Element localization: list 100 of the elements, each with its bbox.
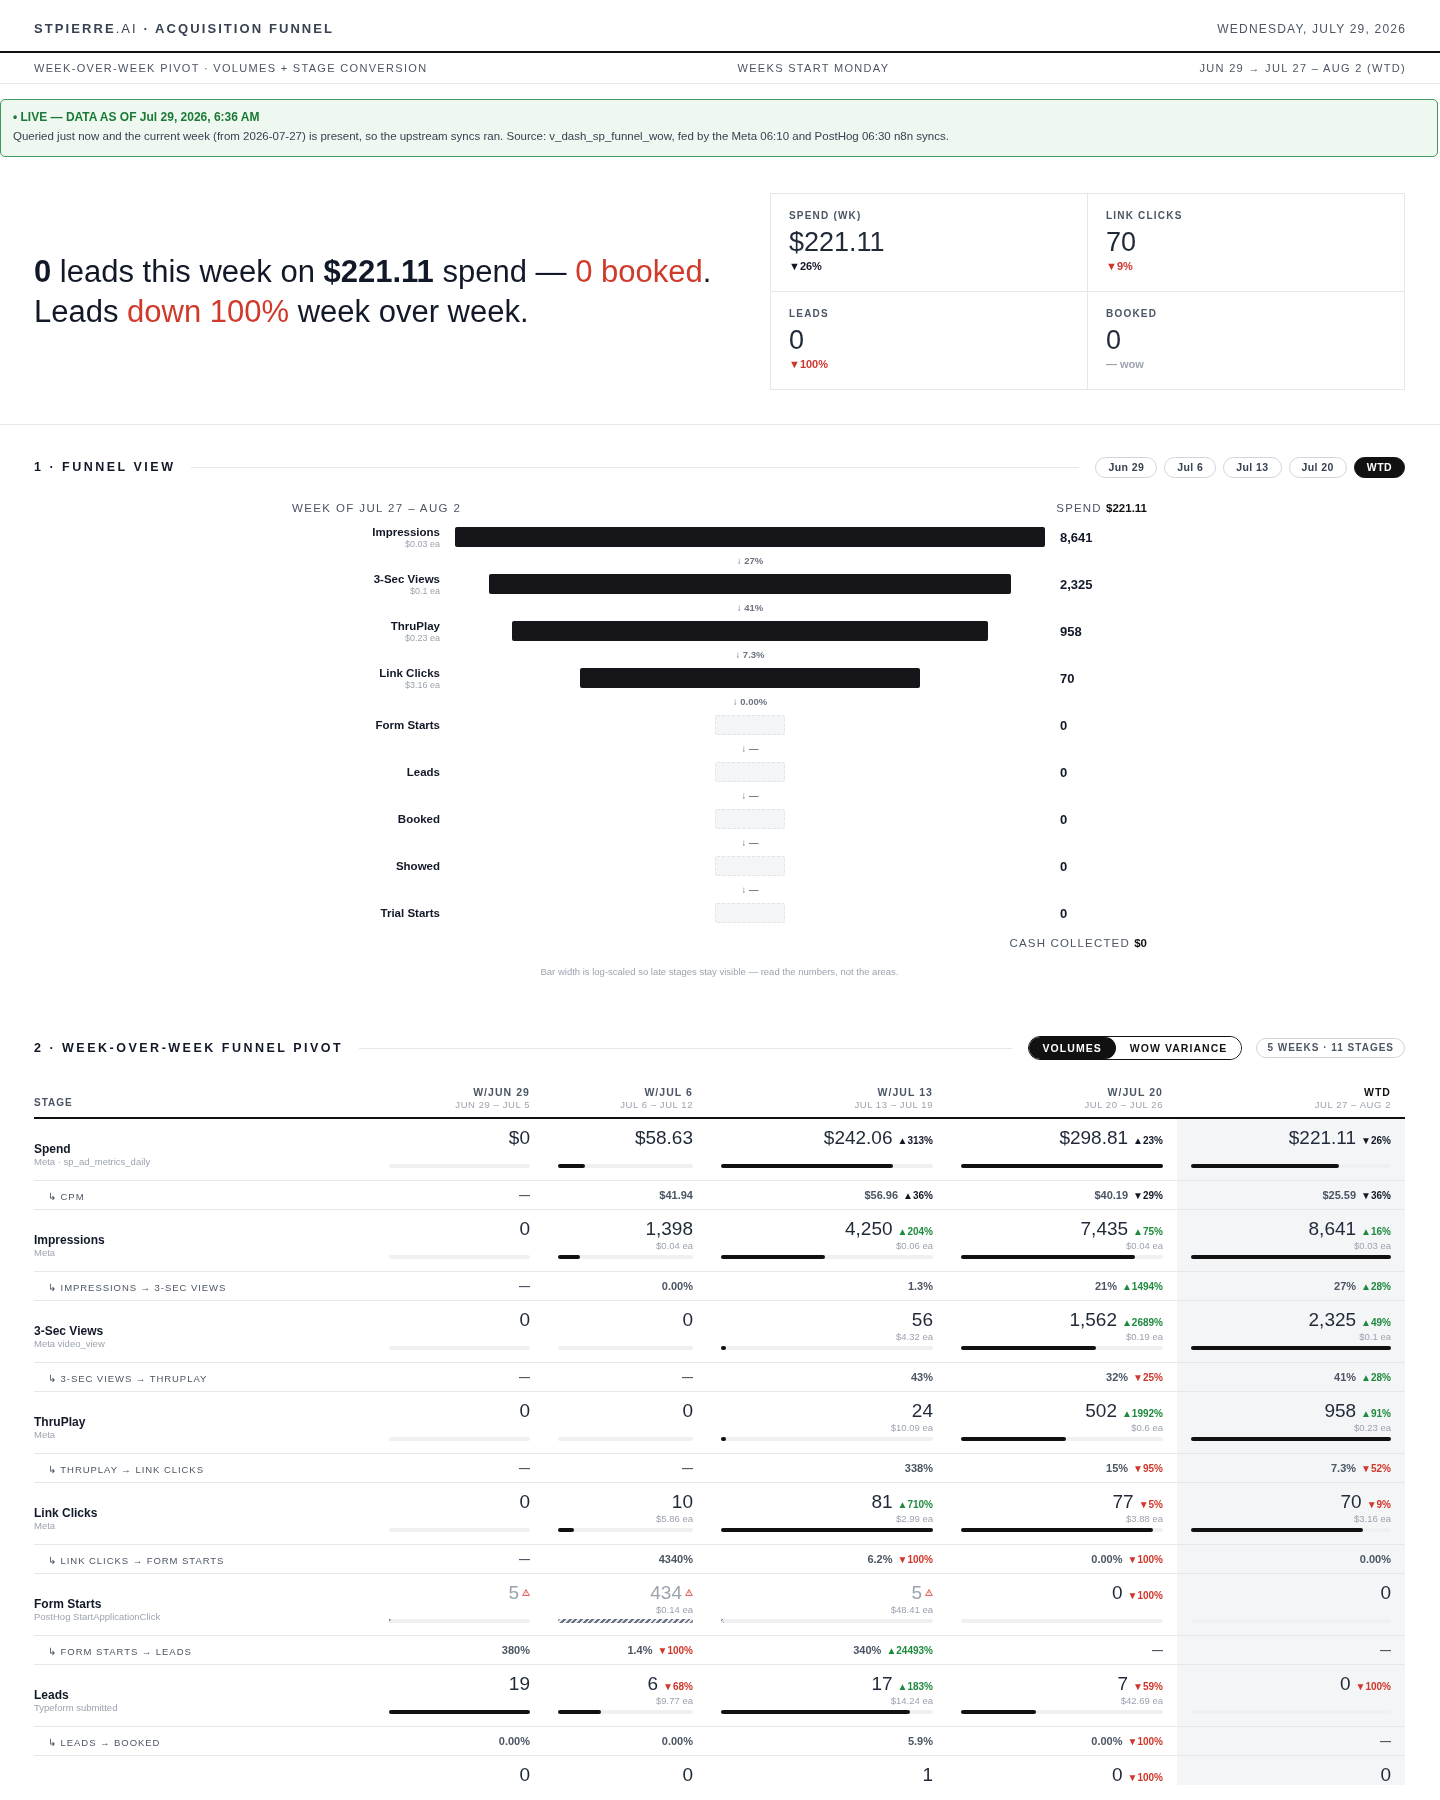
cell-value: 0.00% — [661, 1735, 693, 1747]
cell-value: — — [519, 1280, 530, 1292]
kpi-value: 0 — [1106, 324, 1122, 356]
stage-label: Form Starts — [375, 718, 440, 732]
unit-cost: $14.24 ea — [889, 1694, 933, 1707]
change-value: ▲49% — [1361, 1317, 1391, 1328]
cell-value: 7.3% — [1331, 1462, 1357, 1474]
cell-value: 1 — [922, 1764, 933, 1785]
cell-value: — — [682, 1371, 693, 1383]
cell-value: 0 — [682, 1764, 693, 1785]
cell-value: 77 — [1112, 1491, 1134, 1512]
conversion-rate: ↓ — — [741, 789, 759, 803]
kpi-label: BOOKED — [1106, 308, 1158, 320]
stage-source: Meta · sp_ad_metrics_daily — [34, 1156, 152, 1168]
unit-cost: $9.77 ea — [655, 1694, 693, 1707]
section-title: 2 · WEEK-OVER-WEEK FUNNEL PIVOT — [34, 1041, 344, 1055]
week-tab[interactable]: WTD — [1353, 456, 1405, 478]
change-value: ▲28% — [1361, 1281, 1391, 1292]
date-range: JUN 29 → JUL 27 – AUG 2 (WTD) — [1199, 62, 1406, 74]
conversion-label: ↳ LINK CLICKS → FORM STARTS — [47, 1555, 225, 1566]
conversion-rate: ↓ — — [741, 883, 759, 897]
cell-value: 1,562 — [1069, 1309, 1117, 1330]
cell-value: $56.96 — [864, 1189, 899, 1201]
cell-value: $298.81 — [1059, 1127, 1129, 1148]
unit-cost: $0.06 ea — [895, 1239, 933, 1252]
cell-value: 0 — [1380, 1582, 1391, 1603]
stage-count: 958 — [1060, 623, 1083, 639]
conversion-rate: ↓ 41% — [736, 601, 764, 615]
empty-bar-placeholder — [715, 856, 785, 876]
conversion-label: ↳ 3-SEC VIEWS → THRUPLAY — [47, 1373, 208, 1384]
change-value: ▲75% — [1133, 1226, 1163, 1237]
column-header: W/JUL 20 — [1107, 1086, 1163, 1099]
view-option[interactable]: VOLUMES — [1028, 1037, 1116, 1059]
conversion-label: ↳ THRUPLAY → LINK CLICKS — [47, 1464, 204, 1475]
change-value: ▲1992% — [1121, 1408, 1163, 1419]
unit-cost: $0.1 ea — [1358, 1330, 1391, 1343]
column-date-range: JUL 6 – JUL 12 — [620, 1099, 693, 1110]
funnel-week-label: WEEK OF JUL 27 – AUG 2 — [292, 502, 462, 514]
warning-icon — [925, 1589, 933, 1596]
stage-label: Showed — [395, 859, 440, 873]
change-value: ▲28% — [1361, 1372, 1391, 1383]
stage-source: Typeform submitted — [34, 1702, 119, 1714]
stage-source: Meta — [34, 1429, 57, 1441]
cell-value: 958 — [1324, 1400, 1357, 1421]
cell-value: 32% — [1106, 1371, 1129, 1383]
cell-value: 0.00% — [498, 1735, 530, 1747]
unit-cost: $48.41 ea — [889, 1603, 933, 1616]
unit-cost: $0.04 ea — [1125, 1239, 1163, 1252]
cell-value: 0 — [682, 1309, 693, 1330]
change-value: ▼36% — [1361, 1190, 1391, 1201]
kpi-change: ▼9% — [1106, 260, 1133, 273]
cell-value: $41.94 — [659, 1189, 693, 1201]
cell-value: 8,641 — [1308, 1218, 1357, 1239]
kpi-change: — wow — [1106, 358, 1144, 371]
empty-bar-placeholder — [715, 903, 785, 923]
change-value: ▼59% — [1133, 1681, 1163, 1692]
change-value: ▼52% — [1361, 1463, 1391, 1474]
change-value: ▼29% — [1133, 1190, 1163, 1201]
change-value: ▼25% — [1133, 1372, 1163, 1383]
stage-unit-cost: $3.16 ea — [404, 679, 440, 690]
week-tab[interactable]: Jul 20 — [1288, 456, 1347, 478]
cell-value: $58.63 — [634, 1127, 693, 1148]
cell-value: 0 — [1111, 1582, 1123, 1603]
cell-value: 0.00% — [1091, 1553, 1123, 1565]
stage-count: 8,641 — [1060, 529, 1094, 545]
kpi-value: 70 — [1106, 226, 1137, 258]
column-header: WTD — [1363, 1086, 1391, 1099]
section-title: 1 · FUNNEL VIEW — [34, 460, 176, 474]
change-value: ▲36% — [903, 1190, 933, 1201]
cell-value: 0 — [519, 1400, 530, 1421]
cell-value: 380% — [501, 1644, 530, 1656]
unit-cost: $5.86 ea — [655, 1512, 693, 1525]
column-header: W/JUL 13 — [877, 1086, 933, 1099]
cell-value: 1,398 — [645, 1218, 693, 1239]
change-value: ▼100% — [1127, 1590, 1163, 1601]
stage-source: Meta — [34, 1247, 57, 1259]
stage-name: ThruPlay — [34, 1415, 87, 1429]
cell-value: $0 — [508, 1127, 530, 1148]
stage-count: 0 — [1060, 764, 1069, 780]
column-header: W/JUN 29 — [473, 1086, 530, 1099]
stage-count: 0 — [1060, 905, 1069, 921]
unit-cost: $0.19 ea — [1125, 1330, 1163, 1343]
cell-value: $40.19 — [1094, 1189, 1129, 1201]
cell-value: — — [519, 1553, 530, 1565]
change-value: ▼68% — [663, 1681, 693, 1692]
kpi-label: LEADS — [789, 308, 829, 320]
week-tab[interactable]: Jun 29 — [1095, 456, 1158, 478]
week-tab[interactable]: Jul 6 — [1164, 456, 1217, 478]
change-value: ▼100% — [1127, 1736, 1163, 1747]
status-message: Queried just now and the current week (from 2026-07-27) is present, so the upstream syncs ran. Source: v_dash_sp_funnel_wow, fed by the Meta 06:10 and PostHog 06:30 n8n syncs. — [13, 129, 950, 144]
unit-cost: $0.04 ea — [655, 1239, 693, 1252]
week-tab[interactable]: Jul 13 — [1223, 456, 1282, 478]
column-header: STAGE — [34, 1097, 73, 1108]
empty-bar-placeholder — [715, 715, 785, 735]
conversion-rate: ↓ 7.3% — [735, 648, 765, 662]
cell-value: 5 — [911, 1582, 922, 1603]
cell-value: — — [519, 1189, 530, 1201]
app-title: STPIERRE.AI · ACQUISITION FUNNEL — [34, 21, 335, 36]
unit-cost: $42.69 ea — [1119, 1694, 1163, 1707]
kpi-value: $221.11 — [789, 226, 885, 258]
